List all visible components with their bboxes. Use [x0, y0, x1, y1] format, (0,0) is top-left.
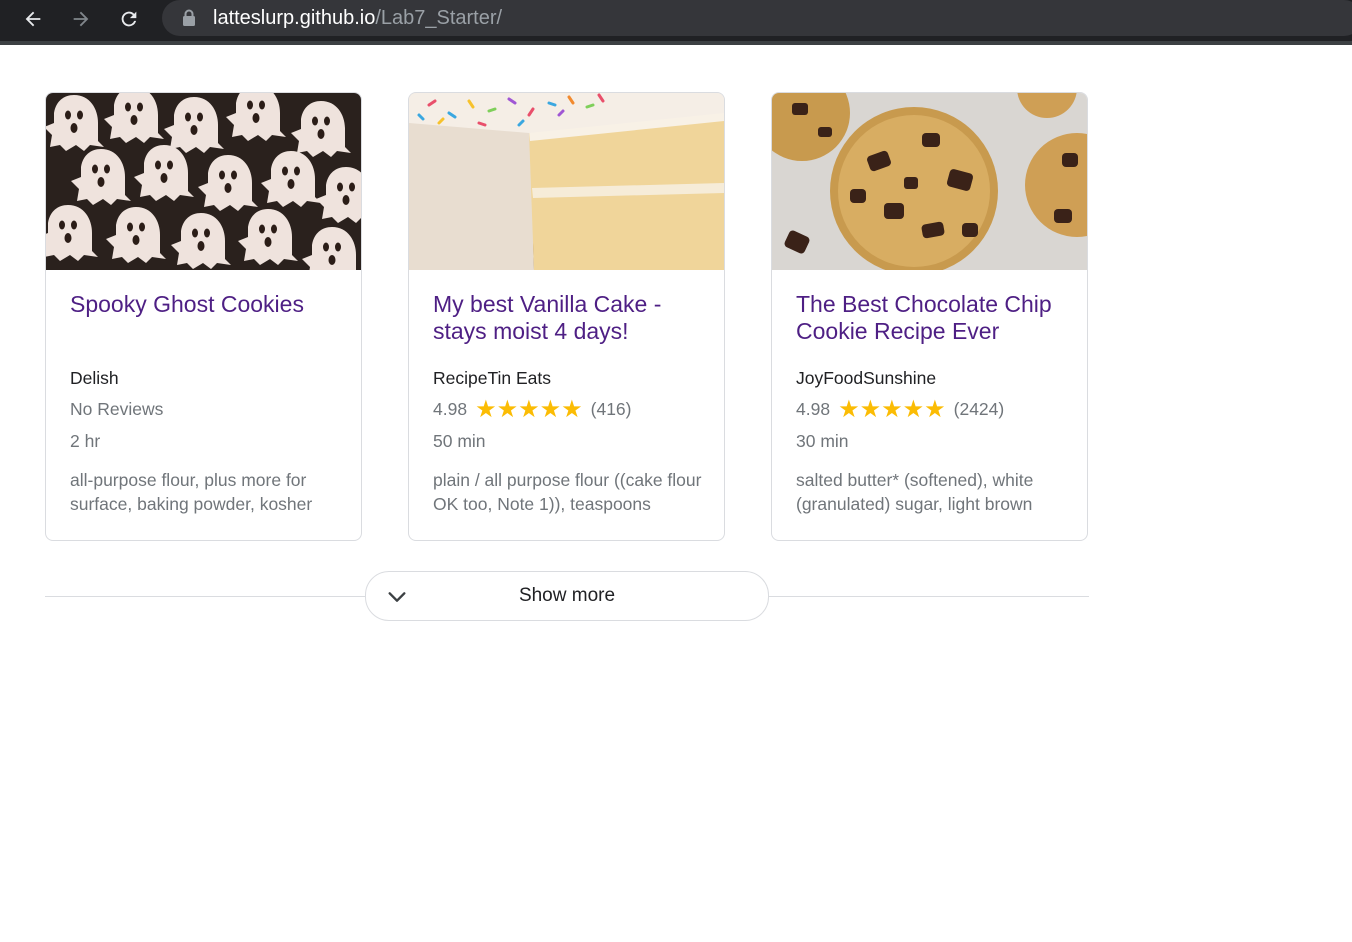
recipe-card[interactable]: Spooky Ghost Cookies Delish No Reviews 2… [45, 92, 362, 541]
recipe-time: 2 hr [70, 431, 101, 451]
url-domain: latteslurp.github.io [213, 7, 376, 29]
recipe-ingredients: salted butter* (softened), white (granul… [796, 470, 1034, 514]
star-icon: ★ [475, 395, 497, 423]
recipe-thumbnail [46, 93, 361, 270]
recipe-rating: 4.98 ★ ★ ★ ★ ★ (2424) [796, 395, 1005, 423]
star-icon: ★ [859, 395, 882, 423]
recipe-thumbnail [772, 93, 1087, 270]
recipe-ingredients: plain / all purpose flour ((cake flour O… [433, 470, 702, 514]
recipe-thumbnail [409, 93, 724, 270]
recipe-time: 50 min [433, 431, 486, 451]
address-bar[interactable]: latteslurp.github.io/Lab7_Starter/ [162, 0, 1352, 36]
back-arrow-icon [25, 11, 41, 27]
vanilla-cake-photo [409, 93, 724, 270]
star-icon: ★ [838, 395, 860, 423]
forward-arrow-icon [73, 11, 89, 27]
recipe-organization: JoyFoodSunshine [796, 368, 937, 388]
rating-value: 4.98 [796, 399, 831, 419]
star-icon: ★ [881, 395, 903, 423]
recipe-ingredients: all-purpose flour, plus more for surface… [70, 470, 313, 514]
star-icon: ★ [539, 395, 562, 423]
recipe-title[interactable]: Spooky Ghost Cookies [70, 291, 345, 318]
recipe-card[interactable]: The Best Chocolate Chip Cookie Recipe Ev… [771, 92, 1088, 541]
ghost-cookies-photo [46, 93, 361, 270]
star-icon: ★ [561, 395, 583, 423]
star-icon: ★ [924, 395, 946, 423]
reload-icon [121, 11, 137, 27]
rating-stars: ★ ★ ★ ★ ★ [838, 395, 946, 423]
recipe-organization: RecipeTin Eats [433, 368, 552, 388]
back-button[interactable] [17, 3, 49, 35]
recipe-title[interactable]: The Best Chocolate Chip Cookie Recipe Ev… [796, 291, 1071, 345]
recipe-rating: No Reviews [70, 399, 163, 420]
recipe-card[interactable]: My best Vanilla Cake - stays moist 4 day… [408, 92, 725, 541]
recipe-time: 30 min [796, 431, 849, 451]
show-more-button[interactable]: Show more [365, 571, 769, 621]
lock-icon [183, 9, 195, 26]
url-text: latteslurp.github.io/Lab7_Starter/ [213, 6, 502, 30]
star-icon: ★ [518, 395, 540, 423]
reload-button[interactable] [113, 3, 145, 35]
forward-button[interactable] [65, 3, 97, 35]
no-reviews-text: No Reviews [70, 399, 164, 419]
rating-value: 4.98 [433, 399, 468, 419]
browser-toolbar: latteslurp.github.io/Lab7_Starter/ [0, 0, 1352, 45]
rating-count: (2424) [953, 399, 1005, 419]
show-more-label: Show more [518, 585, 616, 606]
star-icon: ★ [902, 395, 925, 423]
recipe-title[interactable]: My best Vanilla Cake - stays moist 4 day… [433, 291, 708, 345]
chocolate-chip-cookie-photo [772, 93, 1087, 270]
rating-count: (416) [590, 399, 632, 419]
recipe-organization: Delish [70, 368, 119, 388]
rating-stars: ★ ★ ★ ★ ★ [475, 395, 583, 423]
url-path: /Lab7_Starter/ [375, 7, 503, 29]
star-icon: ★ [496, 395, 519, 423]
recipe-rating: 4.98 ★ ★ ★ ★ ★ (416) [433, 395, 632, 423]
